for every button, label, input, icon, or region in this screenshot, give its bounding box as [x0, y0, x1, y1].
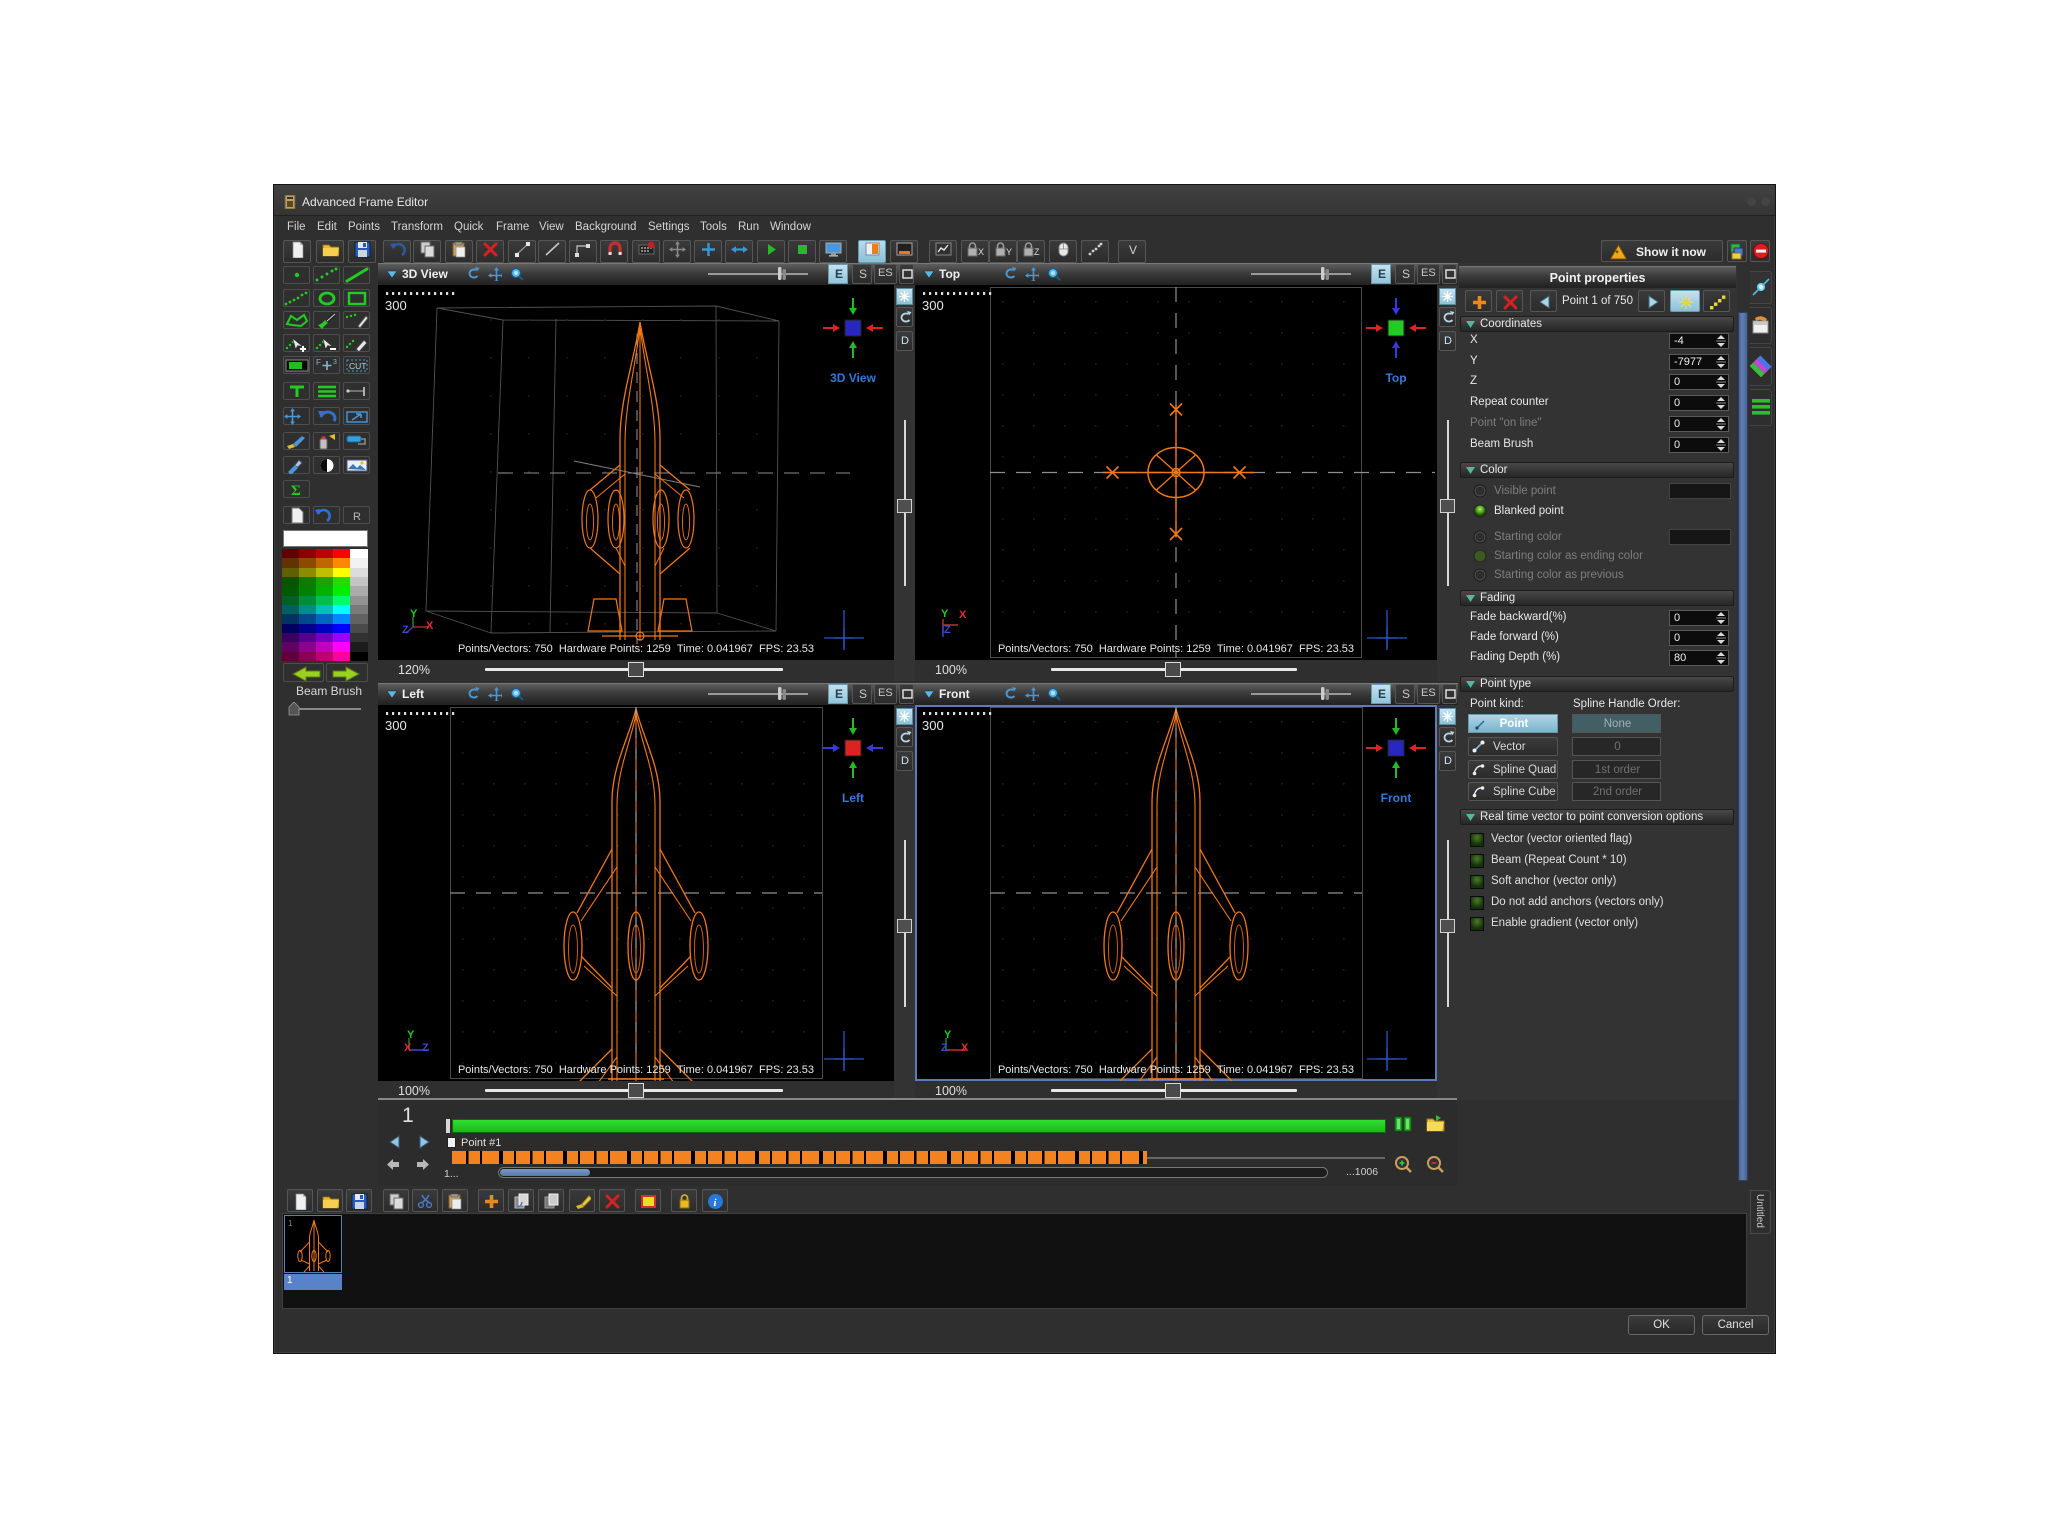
svg-text:V: V	[1129, 243, 1137, 257]
svg-text:1: 1	[288, 1219, 293, 1228]
svg-text:X: X	[978, 247, 984, 257]
svg-text:R: R	[353, 511, 361, 523]
svg-text:Σ: Σ	[291, 483, 301, 498]
svg-text:Y: Y	[1006, 247, 1012, 257]
svg-text:3: 3	[333, 359, 337, 366]
svg-text:*: *	[1615, 249, 1619, 259]
svg-text:CUT: CUT	[349, 361, 366, 371]
svg-text:F: F	[316, 358, 321, 367]
svg-text:Z: Z	[1034, 247, 1040, 257]
